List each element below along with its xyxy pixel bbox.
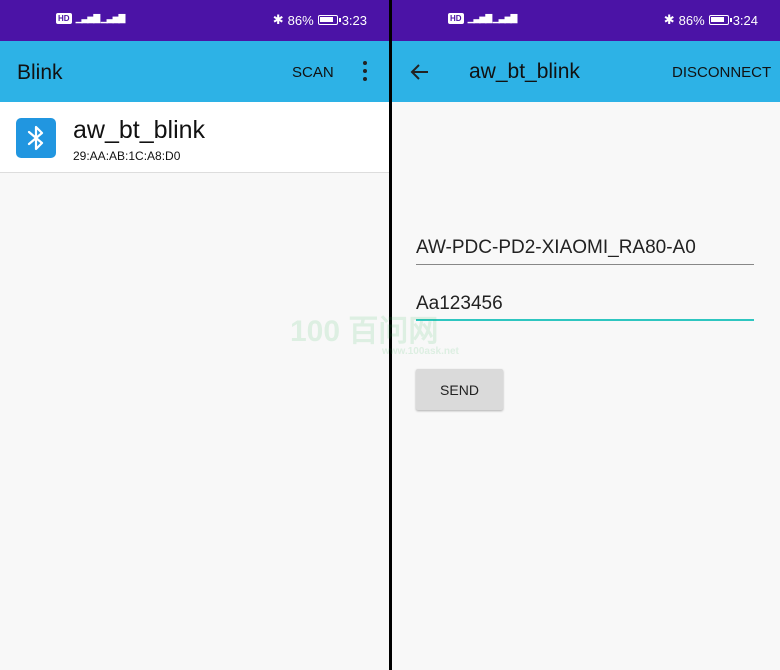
status-bar: HD ▁▃▅▇ ▁▃▅▇ ✱ 86% 3:24 bbox=[392, 0, 780, 41]
status-bar: HD ▁▃▅▇ ▁▃▅▇ ✱ 86% 3:23 bbox=[0, 0, 389, 41]
signal-icon: ▁▃▅▇ ▁▃▅▇ bbox=[467, 13, 518, 23]
battery-percent: 86% bbox=[287, 12, 314, 28]
app-title: Blink bbox=[17, 61, 63, 84]
battery-percent: 86% bbox=[678, 12, 705, 28]
device-list-item[interactable]: aw_bt_blink 29:AA:AB:1C:A8:D0 bbox=[0, 102, 389, 173]
password-underline bbox=[416, 319, 754, 321]
hd-badge: HD bbox=[448, 13, 464, 24]
bluetooth-icon bbox=[16, 118, 56, 158]
clock: 3:24 bbox=[732, 12, 758, 28]
ssid-value: AW-PDC-PD2-XIAOMI_RA80-A0 bbox=[416, 237, 696, 258]
hd-badge: HD bbox=[56, 13, 72, 24]
app-title: aw_bt_blink bbox=[469, 60, 580, 83]
bluetooth-status-icon: ✱ bbox=[272, 12, 284, 27]
bluetooth-status-icon: ✱ bbox=[663, 12, 675, 27]
disconnect-button[interactable]: DISCONNECT bbox=[672, 64, 771, 81]
battery-icon bbox=[708, 15, 732, 25]
device-name: aw_bt_blink bbox=[73, 116, 206, 144]
clock: 3:23 bbox=[341, 12, 367, 28]
left-screen: HD ▁▃▅▇ ▁▃▅▇ ✱ 86% 3:23 Blink SCAN aw_bt… bbox=[0, 0, 389, 670]
app-bar: aw_bt_blink DISCONNECT bbox=[392, 41, 780, 102]
scan-button[interactable]: SCAN bbox=[292, 64, 334, 81]
send-button[interactable]: SEND bbox=[416, 369, 503, 410]
right-screen: HD ▁▃▅▇ ▁▃▅▇ ✱ 86% 3:24 aw_bt_blink DISC… bbox=[392, 0, 780, 670]
back-arrow-icon[interactable] bbox=[408, 60, 432, 84]
password-value: Aa123456 bbox=[416, 293, 503, 314]
device-address: 29:AA:AB:1C:A8:D0 bbox=[73, 149, 181, 163]
more-options-icon[interactable] bbox=[355, 59, 375, 83]
battery-icon bbox=[317, 15, 341, 25]
password-field[interactable]: Aa123456 bbox=[416, 291, 754, 321]
app-bar: Blink SCAN bbox=[0, 41, 389, 102]
ssid-underline bbox=[416, 264, 754, 265]
ssid-field[interactable]: AW-PDC-PD2-XIAOMI_RA80-A0 bbox=[416, 235, 754, 265]
signal-icon: ▁▃▅▇ ▁▃▅▇ bbox=[75, 13, 126, 23]
